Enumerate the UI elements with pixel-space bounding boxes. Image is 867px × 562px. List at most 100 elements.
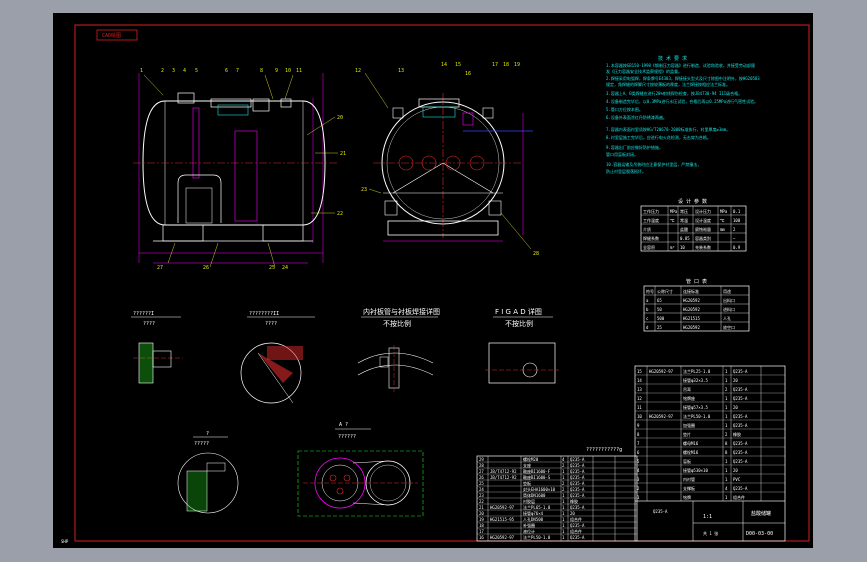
side-callout: 14 [441,62,447,68]
nozzle-row: 符号 公称尺寸 连接标准 用途 [646,288,731,294]
tech-line: 规定，角焊缝的焊脚尺寸按较薄板的厚度，法兰焊接按相应法兰标准。 [606,81,730,87]
title-block-cell: 1 [725,396,728,401]
front-callout: 7 [236,68,239,74]
title-block-cell: 接管φ32×3.5 [683,377,708,383]
parts-list-cell: HG20592-97 [490,535,515,540]
parts-list-cell: 2 [562,463,565,468]
title-block-cell: PVC [733,477,741,482]
parts-list-cell: 1 [562,523,565,528]
detail-lower-2: A ? ?????? [297,422,424,517]
detail-subtitle: ????? [194,441,209,447]
svg-text:设计温度: 设计温度 [695,217,711,223]
title-block-cell: 2 [725,387,728,392]
title-block-cell: 14 [637,378,642,383]
parts-list-cell: 螺栓M20 [523,456,539,462]
parts-list-cell: 人孔DN500 [523,516,544,522]
parts-list-cell: 4 [562,457,565,462]
side-callout: 17 [492,62,498,68]
parts-list-cell: JB/T4712-92 [490,469,517,474]
front-callout: 9 [275,68,278,74]
title-block-row: 3 内衬管 1 PVC [637,476,741,482]
parts-list-cell: HG21515-95 [490,517,515,522]
title-block-cell: 内衬管 [683,476,695,482]
title-block-cell: 吊耳 [683,387,691,392]
title-block-cell: 螺栓M16 [683,449,699,455]
title-block-cell: 橡胶 [733,431,741,437]
title-block-cell: 1 [725,468,728,473]
side-callout: 15 [455,62,461,68]
detail-subtitle: 不按比例 [383,319,411,328]
svg-text:HG20592: HG20592 [683,325,700,330]
title-block-row: 8 垫片 2 橡胶 [637,431,741,437]
parts-list-cell: HG20592-97 [490,505,515,510]
title-block-cell: 盲板 [683,458,691,464]
svg-text:出料口: 出料口 [723,297,735,303]
tech-line: 8.衬里层施工完毕后，应进行电火花检测，无击穿为合格。 [606,134,711,140]
side-callout: 28 [533,251,539,257]
svg-text:连接标准: 连接标准 [683,288,699,294]
detail-title: ????????II [249,311,279,317]
engineering-drawing: CAD绘图 SHP 1 2 3 4 5 6 7 8 9 10 11 20 21 … [61,24,810,544]
parts-list-row: 17 液位计 1 组合件 [479,528,582,534]
front-callout: 5 [195,68,198,74]
svg-text:人孔: 人孔 [723,315,731,321]
svg-text:d: d [646,325,649,330]
parts-list-row: 18 补强圈 1 Q235-A [479,522,585,528]
front-callout: 21 [340,151,346,157]
parts-list-cell: Q235-A [570,463,585,468]
parts-list-cell: 接管φ76×4 [523,510,544,516]
parts-list-cell: JB/T4712-92 [490,475,517,480]
title-block-cell: Q235-A [733,441,748,446]
tech-line: 防止衬里层脱落损坏。 [606,168,646,174]
parts-list-row: 24 封头EHA1600×10 2 Q235-A [479,486,585,492]
svg-text:符号: 符号 [646,288,654,294]
drawing-canvas[interactable]: CAD绘图 SHP 1 2 3 4 5 6 7 8 9 10 11 20 21 … [53,13,813,548]
side-callout: 19 [514,62,520,68]
parts-list: ???????????g 29 螺栓M20 4 Q235-A28 支座 2 Q2… [476,447,638,542]
parts-list-cell: 1 [562,493,565,498]
parts-list-cell: Q235-A [570,505,585,510]
title-block-cell: 铭牌 [683,494,691,500]
parts-list-cell: 鞍座BI1600-F [523,468,551,474]
svg-text:℃: ℃ [720,218,725,223]
svg-text:常压: 常压 [680,208,688,214]
nozzle-row: a 65 HG20592 出料口 [646,297,735,303]
parts-list-cell: Q235-A [570,493,585,498]
tech-line: 3.容器上A、B类焊缝应进行20%射线探伤检查，按JB4730-94 III级合… [606,90,742,96]
parts-list-cell: 26 [479,475,484,480]
nozzle-row: b 50 HG20592 进料口 [646,306,735,312]
title-block-cell: 20 [733,378,738,383]
detail-title: F I G A D 详图 [495,307,542,316]
svg-text:500: 500 [657,316,665,321]
title-block-cell: Q235-A [733,414,748,419]
title-block-cell: 11 [637,405,642,410]
parts-list-cell: 衬胶层 [523,498,535,504]
front-callout: 10 [285,68,291,74]
title-block-cell: 1 [725,477,728,482]
side-callout: 23 [361,187,367,193]
title-block-cell: Q235-A [733,423,748,428]
side-callout: 18 [503,62,509,68]
cad-viewport[interactable]: CAD绘图 SHP 1 2 3 4 5 6 7 8 9 10 11 20 21 … [0,0,867,562]
svg-text:HG21515: HG21515 [683,316,700,321]
parts-list-row: 21 HG20592-97 法兰PL65-1.0 1 Q235-A [479,504,585,510]
svg-text:2: 2 [733,227,736,232]
parts-list-cell: 组合件 [570,516,582,522]
title-block-cell: 接管φ57×3.5 [683,404,708,410]
title-block-cell: 20 [733,405,738,410]
parts-list-cell: 支座 [523,462,531,468]
svg-text:全容积: 全容积 [643,244,655,250]
title-block-cell: 1 [637,495,640,500]
title-block-cell: 10 [637,414,642,419]
title-block-row: 15 HG20592-97 法兰PL25-1.0 1 Q235-A [637,368,748,374]
title-block-rows: 15 HG20592-97 法兰PL25-1.0 1 Q235-A 14 接管φ32×3.5… [635,368,785,502]
detail-subtitle: ???? [143,321,155,327]
svg-text:MPa: MPa [720,209,728,214]
parts-list-cell: 1 [562,535,565,540]
parts-list-cell: Q235-A [570,481,585,486]
side-view: 12 13 14 15 16 17 18 19 23 28 [355,62,539,257]
title-block-cell: 7 [637,441,640,446]
svg-text:m³: m³ [670,245,675,250]
parts-list-cell: 25 [479,481,484,486]
svg-text:HG20592: HG20592 [683,298,700,303]
